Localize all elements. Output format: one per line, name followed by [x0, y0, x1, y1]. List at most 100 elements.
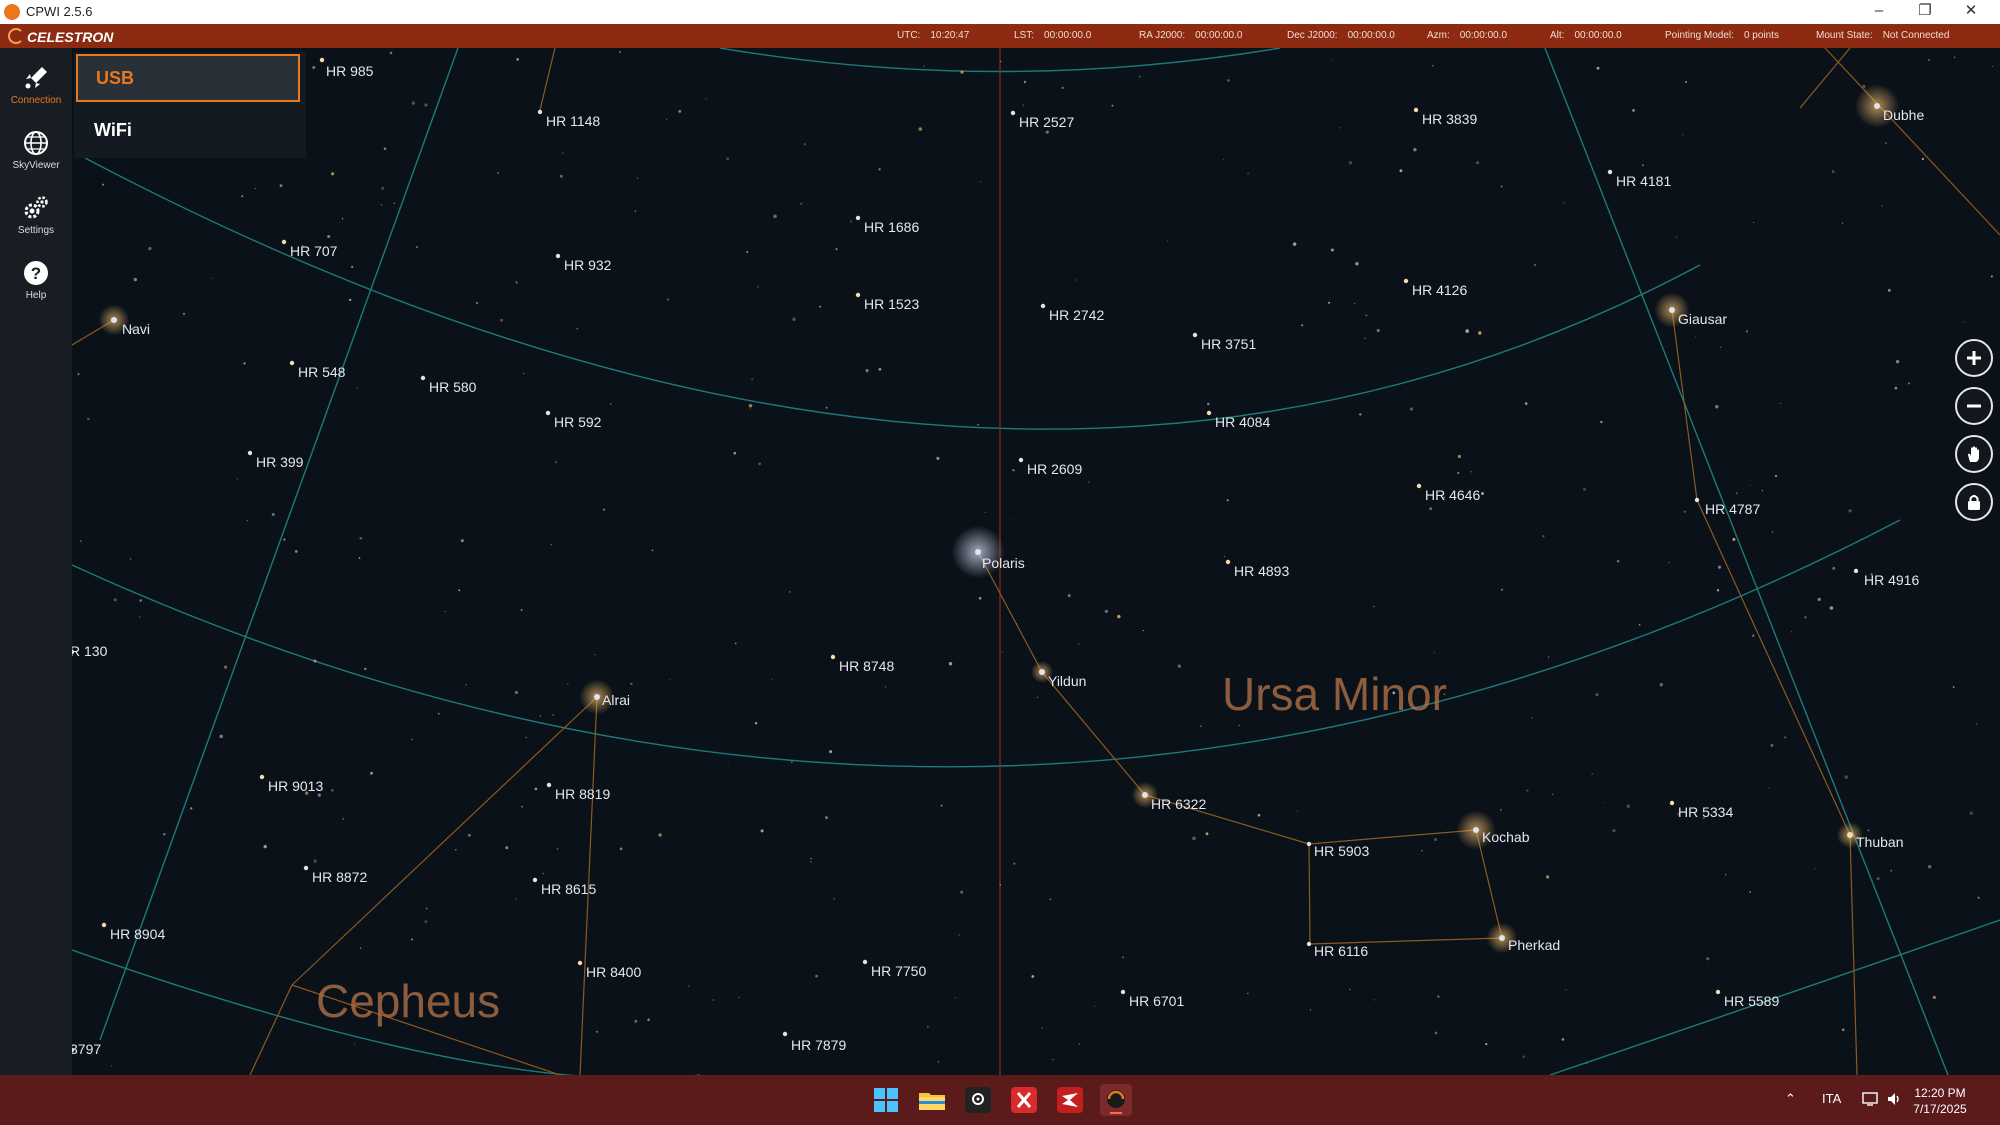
star-marker[interactable]: HR 3839 — [1413, 107, 1478, 127]
zoom-out-button[interactable] — [1955, 387, 1993, 425]
star-marker[interactable]: HR 8819 — [546, 782, 611, 802]
red-app-icon[interactable] — [1054, 1084, 1086, 1116]
tray-overflow-icon[interactable]: ⌃ — [1785, 1091, 1796, 1107]
star-marker[interactable]: HR 932 — [555, 253, 612, 273]
usb-connection-button[interactable]: USB — [76, 54, 300, 102]
star-marker[interactable]: HR 4646 — [1416, 483, 1481, 503]
background-star — [1612, 829, 1616, 833]
star-marker[interactable]: HR 548 — [289, 360, 346, 380]
background-star — [1862, 84, 1866, 88]
sidebar-item-connection[interactable]: Connection — [0, 56, 72, 118]
background-star — [331, 789, 334, 792]
background-star — [760, 829, 764, 833]
background-star — [1409, 407, 1414, 411]
star-label: HR 2527 — [1019, 114, 1074, 130]
star-marker[interactable]: HR 1148 — [537, 109, 601, 129]
background-star — [358, 557, 361, 559]
star-marker[interactable]: HR 4084 — [1206, 410, 1271, 430]
pan-button[interactable] — [1955, 435, 1993, 473]
language-indicator[interactable]: ITA — [1822, 1091, 1841, 1106]
star-marker[interactable]: HR 4787 — [1694, 497, 1761, 517]
background-star — [1831, 170, 1835, 174]
background-star — [1921, 157, 1925, 161]
minimize-button[interactable]: – — [1856, 0, 1902, 24]
maximize-button[interactable]: ❐ — [1902, 0, 1948, 24]
background-star — [1376, 328, 1380, 333]
background-star — [1292, 242, 1297, 246]
star-marker[interactable]: HR 5903 — [1306, 841, 1370, 859]
background-star — [954, 997, 956, 999]
star-dot — [855, 292, 861, 298]
star-marker[interactable]: HR 1686 — [855, 215, 920, 235]
background-star — [416, 246, 418, 248]
star-marker[interactable]: HR 4916 — [1853, 568, 1920, 588]
x-app-icon[interactable] — [1008, 1084, 1040, 1116]
star-marker[interactable]: HR 707 — [281, 239, 338, 259]
star-marker[interactable]: HR 4126 — [1403, 278, 1468, 298]
sky-map[interactable]: HR 985 HR 1148 HR 2527 HR 3839 Dubhe HR 4181 H… — [72, 48, 2000, 1075]
star-marker[interactable]: HR 7750 — [862, 959, 927, 979]
star-label: HR 8904 — [110, 926, 165, 942]
star-marker[interactable]: HR 2609 — [1018, 457, 1083, 477]
background-star — [754, 722, 758, 725]
star-label: HR 3751 — [1201, 336, 1256, 352]
status-pointing-model: Pointing Model: 0 points — [1665, 30, 1779, 41]
clock-date: 7/17/2025 — [1913, 1102, 1967, 1116]
background-star — [190, 807, 193, 810]
background-star — [1715, 404, 1719, 409]
star-marker[interactable]: HR 4181 — [1607, 169, 1672, 189]
zoom-in-button[interactable] — [1955, 339, 1993, 377]
background-star — [1894, 386, 1898, 390]
close-button[interactable]: ✕ — [1948, 0, 1994, 24]
star-marker[interactable]: HR 580 — [420, 375, 477, 395]
star-marker[interactable]: HR 399 — [247, 450, 304, 470]
star-marker[interactable]: HR 8615 — [532, 877, 597, 897]
background-star — [1682, 134, 1684, 136]
background-star — [1841, 222, 1844, 224]
background-star — [1167, 240, 1169, 242]
taskbar-clock[interactable]: 12:20 PM 7/17/2025 — [1900, 1085, 1980, 1117]
sidebar-item-settings[interactable]: Settings — [0, 186, 72, 248]
star-marker[interactable]: HR 4893 — [1225, 559, 1290, 579]
star-dot — [1413, 107, 1419, 113]
star-marker[interactable]: HR 6116 — [1306, 941, 1369, 959]
star-dot — [537, 109, 543, 115]
star-marker[interactable]: HR 8904 — [101, 922, 166, 942]
star-marker[interactable]: HR 5589 — [1715, 989, 1780, 1009]
windows-start-icon[interactable] — [870, 1084, 902, 1116]
star-marker[interactable]: HR 1523 — [855, 292, 920, 312]
background-star — [1848, 509, 1852, 513]
background-star — [999, 884, 1002, 886]
star-marker[interactable]: HR 592 — [545, 410, 602, 430]
star-marker[interactable]: HR 2527 — [1010, 110, 1075, 130]
background-star — [1749, 890, 1752, 893]
background-star — [1542, 535, 1545, 538]
background-star — [313, 859, 317, 863]
network-icon[interactable] — [1862, 1091, 1878, 1110]
star-marker[interactable]: HR 8872 — [303, 865, 368, 885]
wifi-connection-button[interactable]: WiFi — [76, 106, 300, 154]
file-explorer-icon[interactable] — [916, 1084, 948, 1116]
star-marker[interactable]: HR 5334 — [1669, 800, 1734, 820]
background-star — [1561, 1038, 1565, 1041]
star-marker[interactable]: HR 8748 — [830, 654, 895, 674]
star-label: Pherkad — [1508, 937, 1560, 953]
star-marker[interactable]: HR 8400 — [577, 960, 642, 980]
sidebar-item-help[interactable]: ? Help — [0, 251, 72, 313]
star-marker[interactable]: HR 2742 — [1040, 303, 1105, 323]
star-marker[interactable]: 3797 — [72, 1041, 101, 1057]
star-dot — [303, 865, 309, 871]
star-marker[interactable]: HR 9013 — [259, 774, 324, 794]
background-star — [1774, 474, 1778, 478]
star-marker[interactable]: R 130 — [72, 643, 108, 659]
sidebar-item-skyviewer[interactable]: SkyViewer — [0, 121, 72, 183]
background-star — [1192, 836, 1196, 841]
star-marker[interactable]: HR 3751 — [1192, 332, 1257, 352]
cpwi-taskbar-icon[interactable] — [1100, 1084, 1132, 1116]
background-star — [1223, 555, 1225, 558]
star-dot — [1669, 800, 1675, 806]
background-star — [516, 58, 520, 61]
terminal-app-icon[interactable] — [962, 1084, 994, 1116]
lock-button[interactable] — [1955, 483, 1993, 521]
star-marker[interactable]: HR 6701 — [1120, 989, 1185, 1009]
